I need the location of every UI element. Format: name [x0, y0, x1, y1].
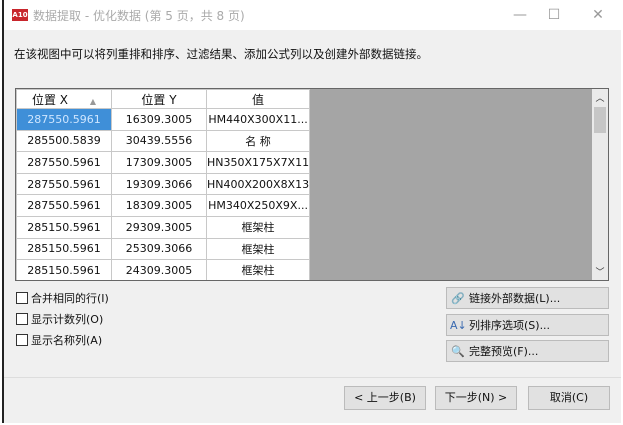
- back-button[interactable]: < 上一步(B): [344, 386, 426, 410]
- title-bar: A10 数据提取 - 优化数据 (第 5 页，共 8 页) — ☐ ✕: [4, 0, 621, 30]
- table-cell[interactable]: 18309.3005: [111, 194, 207, 217]
- close-button[interactable]: ✕: [583, 4, 613, 26]
- table-cell[interactable]: 285500.5839: [16, 129, 112, 153]
- column-header-x[interactable]: 位置 X ▲: [16, 89, 112, 109]
- table-row[interactable]: 287550.5961 17309.3005 HN350X175X7X11: [16, 151, 311, 174]
- description-text: 在该视图中可以将列重排和排序、过滤结果、添加公式列以及创建外部数据链接。: [14, 47, 428, 61]
- data-extraction-window: A10 数据提取 - 优化数据 (第 5 页，共 8 页) — ☐ ✕ 在该视图…: [2, 0, 621, 423]
- preview-icon: 🔍: [451, 344, 465, 358]
- table-cell[interactable]: 24309.3005: [111, 259, 207, 280]
- link-external-data-button[interactable]: 🔗 链接外部数据(L)...: [446, 287, 609, 309]
- table-cell[interactable]: HN350X175X7X11: [205, 151, 311, 174]
- show-count-column-checkbox[interactable]: 显示计数列(O): [16, 311, 103, 327]
- merge-identical-rows-checkbox[interactable]: 合并相同的行(I): [16, 290, 109, 306]
- table-cell[interactable]: 287550.5961: [16, 108, 112, 131]
- autocad-logo: A10: [12, 9, 28, 21]
- table-cell[interactable]: HM440X300X11...: [205, 108, 311, 131]
- table-row[interactable]: 285500.5839 30439.5556 名 称: [16, 129, 311, 153]
- table-cell[interactable]: 19309.3066: [111, 172, 207, 196]
- table-cell[interactable]: 框架柱: [205, 237, 311, 261]
- table-cell[interactable]: HM340X250X9X...: [205, 194, 311, 217]
- table-row[interactable]: 285150.5961 24309.3005 框架柱: [16, 259, 311, 280]
- table-cell[interactable]: 框架柱: [205, 215, 311, 239]
- cancel-button[interactable]: 取消(C): [528, 386, 610, 410]
- maximize-button[interactable]: ☐: [539, 4, 569, 26]
- full-preview-button[interactable]: 🔍 完整预览(F)...: [446, 340, 609, 362]
- data-grid: 位置 X ▲ 位置 Y 值 287550.5961 16309.3005 HM440…: [15, 88, 609, 281]
- table-cell[interactable]: 287550.5961: [16, 151, 112, 174]
- table-row[interactable]: 285150.5961 25309.3066 框架柱: [16, 237, 311, 261]
- minimize-button[interactable]: —: [505, 4, 535, 26]
- next-button[interactable]: 下一步(N) >: [435, 386, 517, 410]
- scroll-thumb[interactable]: [594, 107, 606, 133]
- table-cell[interactable]: 16309.3005: [111, 108, 207, 131]
- window-title: 数据提取 - 优化数据 (第 5 页，共 8 页): [33, 8, 245, 23]
- checkbox-box[interactable]: [16, 313, 28, 325]
- table-row[interactable]: 287550.5961 16309.3005 HM440X300X11...: [16, 108, 311, 131]
- table-cell[interactable]: 287550.5961: [16, 172, 112, 196]
- table-cell[interactable]: 25309.3066: [111, 237, 207, 261]
- column-header-y[interactable]: 位置 Y: [111, 89, 207, 109]
- table-cell[interactable]: 285150.5961: [16, 237, 112, 261]
- table-row[interactable]: 287550.5961 18309.3005 HM340X250X9X...: [16, 194, 311, 217]
- divider: [4, 377, 621, 378]
- table-cell[interactable]: 名 称: [205, 129, 311, 153]
- link-icon: 🔗: [451, 291, 465, 305]
- column-header-value[interactable]: 值: [205, 89, 311, 109]
- table-cell[interactable]: 287550.5961: [16, 194, 112, 217]
- scroll-down-icon[interactable]: ﹀: [592, 265, 608, 278]
- table-cell[interactable]: HN400X200X8X13: [205, 172, 311, 196]
- show-name-column-checkbox[interactable]: 显示名称列(A): [16, 332, 102, 348]
- table-row[interactable]: 285150.5961 29309.3005 框架柱: [16, 215, 311, 239]
- column-sort-options-button[interactable]: A↓ 列排序选项(S)...: [446, 314, 609, 336]
- table-row[interactable]: 287550.5961 19309.3066 HN400X200X8X13: [16, 172, 311, 196]
- table-cell[interactable]: 17309.3005: [111, 151, 207, 174]
- scroll-up-icon[interactable]: ︿: [592, 91, 608, 104]
- sort-ascending-icon: ▲: [89, 96, 97, 106]
- table-cell[interactable]: 30439.5556: [111, 129, 207, 153]
- table-cell[interactable]: 285150.5961: [16, 215, 112, 239]
- vertical-scrollbar[interactable]: ︿ ﹀: [592, 89, 608, 280]
- table-cell[interactable]: 29309.3005: [111, 215, 207, 239]
- table-cell[interactable]: 285150.5961: [16, 259, 112, 280]
- checkbox-box[interactable]: [16, 292, 28, 304]
- table-cell[interactable]: 框架柱: [205, 259, 311, 280]
- checkbox-box[interactable]: [16, 334, 28, 346]
- sort-az-icon: A↓: [450, 318, 467, 332]
